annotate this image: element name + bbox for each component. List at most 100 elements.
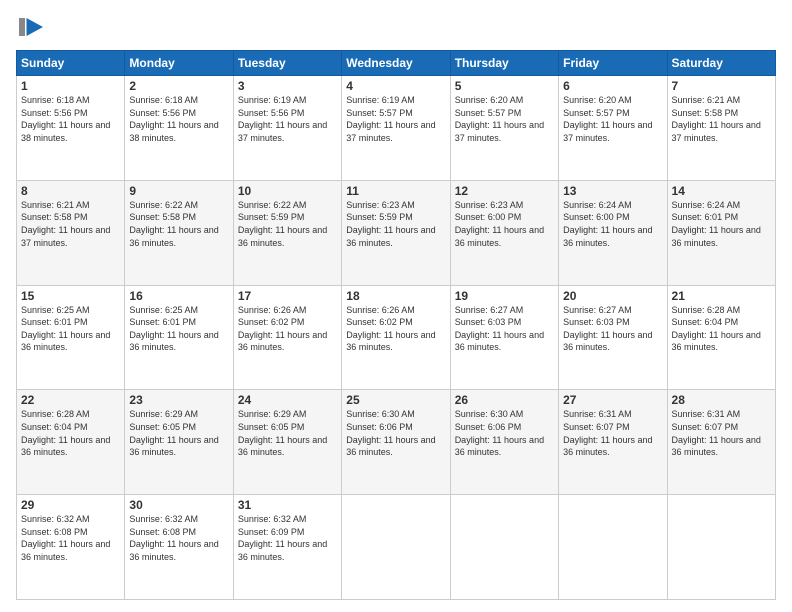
calendar-week-row: 29 Sunrise: 6:32 AMSunset: 6:08 PMDaylig… [17, 495, 776, 600]
cell-info: Sunrise: 6:31 AMSunset: 6:07 PMDaylight:… [563, 409, 652, 457]
day-number: 18 [346, 289, 445, 303]
cell-info: Sunrise: 6:25 AMSunset: 6:01 PMDaylight:… [21, 305, 110, 353]
day-number: 1 [21, 79, 120, 93]
header [16, 12, 776, 42]
day-number: 10 [238, 184, 337, 198]
cell-info: Sunrise: 6:21 AMSunset: 5:58 PMDaylight:… [21, 200, 110, 248]
day-number: 5 [455, 79, 554, 93]
day-number: 9 [129, 184, 228, 198]
day-number: 28 [672, 393, 771, 407]
page: SundayMondayTuesdayWednesdayThursdayFrid… [0, 0, 792, 612]
day-number: 20 [563, 289, 662, 303]
calendar-cell: 25 Sunrise: 6:30 AMSunset: 6:06 PMDaylig… [342, 390, 450, 495]
calendar-cell: 30 Sunrise: 6:32 AMSunset: 6:08 PMDaylig… [125, 495, 233, 600]
day-number: 16 [129, 289, 228, 303]
day-number: 15 [21, 289, 120, 303]
calendar-cell: 2 Sunrise: 6:18 AMSunset: 5:56 PMDayligh… [125, 76, 233, 181]
calendar-day-header: Saturday [667, 51, 775, 76]
cell-info: Sunrise: 6:30 AMSunset: 6:06 PMDaylight:… [346, 409, 435, 457]
day-number: 4 [346, 79, 445, 93]
day-number: 3 [238, 79, 337, 93]
calendar-day-header: Monday [125, 51, 233, 76]
cell-info: Sunrise: 6:20 AMSunset: 5:57 PMDaylight:… [563, 95, 652, 143]
calendar-cell: 23 Sunrise: 6:29 AMSunset: 6:05 PMDaylig… [125, 390, 233, 495]
cell-info: Sunrise: 6:19 AMSunset: 5:57 PMDaylight:… [346, 95, 435, 143]
calendar-cell: 9 Sunrise: 6:22 AMSunset: 5:58 PMDayligh… [125, 180, 233, 285]
calendar-cell: 14 Sunrise: 6:24 AMSunset: 6:01 PMDaylig… [667, 180, 775, 285]
calendar-cell: 8 Sunrise: 6:21 AMSunset: 5:58 PMDayligh… [17, 180, 125, 285]
cell-info: Sunrise: 6:29 AMSunset: 6:05 PMDaylight:… [129, 409, 218, 457]
cell-info: Sunrise: 6:19 AMSunset: 5:56 PMDaylight:… [238, 95, 327, 143]
day-number: 22 [21, 393, 120, 407]
cell-info: Sunrise: 6:27 AMSunset: 6:03 PMDaylight:… [563, 305, 652, 353]
cell-info: Sunrise: 6:26 AMSunset: 6:02 PMDaylight:… [238, 305, 327, 353]
day-number: 30 [129, 498, 228, 512]
calendar-cell: 29 Sunrise: 6:32 AMSunset: 6:08 PMDaylig… [17, 495, 125, 600]
calendar-week-row: 1 Sunrise: 6:18 AMSunset: 5:56 PMDayligh… [17, 76, 776, 181]
day-number: 26 [455, 393, 554, 407]
cell-info: Sunrise: 6:22 AMSunset: 5:59 PMDaylight:… [238, 200, 327, 248]
cell-info: Sunrise: 6:18 AMSunset: 5:56 PMDaylight:… [129, 95, 218, 143]
calendar-day-header: Thursday [450, 51, 558, 76]
calendar-cell: 18 Sunrise: 6:26 AMSunset: 6:02 PMDaylig… [342, 285, 450, 390]
calendar-cell: 7 Sunrise: 6:21 AMSunset: 5:58 PMDayligh… [667, 76, 775, 181]
day-number: 8 [21, 184, 120, 198]
day-number: 24 [238, 393, 337, 407]
day-number: 13 [563, 184, 662, 198]
day-number: 25 [346, 393, 445, 407]
day-number: 21 [672, 289, 771, 303]
calendar-cell: 20 Sunrise: 6:27 AMSunset: 6:03 PMDaylig… [559, 285, 667, 390]
calendar-cell [342, 495, 450, 600]
calendar-header-row: SundayMondayTuesdayWednesdayThursdayFrid… [17, 51, 776, 76]
day-number: 11 [346, 184, 445, 198]
cell-info: Sunrise: 6:26 AMSunset: 6:02 PMDaylight:… [346, 305, 435, 353]
calendar-week-row: 22 Sunrise: 6:28 AMSunset: 6:04 PMDaylig… [17, 390, 776, 495]
cell-info: Sunrise: 6:27 AMSunset: 6:03 PMDaylight:… [455, 305, 544, 353]
calendar-cell: 26 Sunrise: 6:30 AMSunset: 6:06 PMDaylig… [450, 390, 558, 495]
cell-info: Sunrise: 6:24 AMSunset: 6:01 PMDaylight:… [672, 200, 761, 248]
calendar-cell: 28 Sunrise: 6:31 AMSunset: 6:07 PMDaylig… [667, 390, 775, 495]
day-number: 7 [672, 79, 771, 93]
cell-info: Sunrise: 6:29 AMSunset: 6:05 PMDaylight:… [238, 409, 327, 457]
calendar-table: SundayMondayTuesdayWednesdayThursdayFrid… [16, 50, 776, 600]
cell-info: Sunrise: 6:24 AMSunset: 6:00 PMDaylight:… [563, 200, 652, 248]
day-number: 14 [672, 184, 771, 198]
calendar-cell [667, 495, 775, 600]
day-number: 2 [129, 79, 228, 93]
cell-info: Sunrise: 6:22 AMSunset: 5:58 PMDaylight:… [129, 200, 218, 248]
cell-info: Sunrise: 6:25 AMSunset: 6:01 PMDaylight:… [129, 305, 218, 353]
day-number: 12 [455, 184, 554, 198]
cell-info: Sunrise: 6:20 AMSunset: 5:57 PMDaylight:… [455, 95, 544, 143]
calendar-cell: 12 Sunrise: 6:23 AMSunset: 6:00 PMDaylig… [450, 180, 558, 285]
calendar-day-header: Tuesday [233, 51, 341, 76]
calendar-cell [559, 495, 667, 600]
calendar-cell: 6 Sunrise: 6:20 AMSunset: 5:57 PMDayligh… [559, 76, 667, 181]
calendar-cell: 19 Sunrise: 6:27 AMSunset: 6:03 PMDaylig… [450, 285, 558, 390]
calendar-week-row: 15 Sunrise: 6:25 AMSunset: 6:01 PMDaylig… [17, 285, 776, 390]
calendar-cell: 31 Sunrise: 6:32 AMSunset: 6:09 PMDaylig… [233, 495, 341, 600]
day-number: 23 [129, 393, 228, 407]
calendar-cell: 17 Sunrise: 6:26 AMSunset: 6:02 PMDaylig… [233, 285, 341, 390]
calendar-week-row: 8 Sunrise: 6:21 AMSunset: 5:58 PMDayligh… [17, 180, 776, 285]
calendar-cell: 16 Sunrise: 6:25 AMSunset: 6:01 PMDaylig… [125, 285, 233, 390]
cell-info: Sunrise: 6:23 AMSunset: 6:00 PMDaylight:… [455, 200, 544, 248]
calendar-cell: 13 Sunrise: 6:24 AMSunset: 6:00 PMDaylig… [559, 180, 667, 285]
calendar-day-header: Wednesday [342, 51, 450, 76]
calendar-day-header: Sunday [17, 51, 125, 76]
cell-info: Sunrise: 6:28 AMSunset: 6:04 PMDaylight:… [672, 305, 761, 353]
cell-info: Sunrise: 6:32 AMSunset: 6:08 PMDaylight:… [129, 514, 218, 562]
calendar-cell: 10 Sunrise: 6:22 AMSunset: 5:59 PMDaylig… [233, 180, 341, 285]
cell-info: Sunrise: 6:31 AMSunset: 6:07 PMDaylight:… [672, 409, 761, 457]
calendar-day-header: Friday [559, 51, 667, 76]
cell-info: Sunrise: 6:18 AMSunset: 5:56 PMDaylight:… [21, 95, 110, 143]
day-number: 27 [563, 393, 662, 407]
calendar-cell: 11 Sunrise: 6:23 AMSunset: 5:59 PMDaylig… [342, 180, 450, 285]
calendar-cell: 4 Sunrise: 6:19 AMSunset: 5:57 PMDayligh… [342, 76, 450, 181]
calendar-cell: 21 Sunrise: 6:28 AMSunset: 6:04 PMDaylig… [667, 285, 775, 390]
logo [16, 12, 48, 42]
logo-icon [16, 12, 46, 42]
calendar-cell: 27 Sunrise: 6:31 AMSunset: 6:07 PMDaylig… [559, 390, 667, 495]
day-number: 31 [238, 498, 337, 512]
calendar-cell: 15 Sunrise: 6:25 AMSunset: 6:01 PMDaylig… [17, 285, 125, 390]
cell-info: Sunrise: 6:28 AMSunset: 6:04 PMDaylight:… [21, 409, 110, 457]
